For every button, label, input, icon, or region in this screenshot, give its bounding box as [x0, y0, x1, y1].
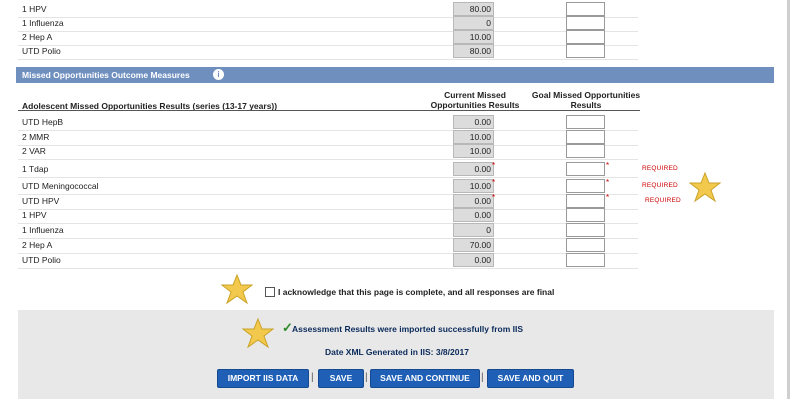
- current-value-field: 10.00: [453, 30, 494, 44]
- table-row: 1 Tdap 0.00 * * REQUIRED: [18, 161, 678, 178]
- goal-header-line1: Goal Missed Opportunities: [531, 90, 641, 100]
- save-button[interactable]: SAVE: [318, 369, 364, 388]
- required-asterisk: *: [606, 193, 610, 202]
- button-separator: |: [311, 372, 314, 383]
- current-value-field: 0: [453, 16, 494, 30]
- current-value-field: 10.00: [453, 179, 494, 193]
- goal-input[interactable]: [566, 144, 605, 158]
- required-asterisk: *: [492, 178, 496, 187]
- table-row: UTD Polio 0.00: [18, 253, 638, 269]
- list-item: UTD Polio 80.00: [18, 44, 638, 60]
- acknowledge-label: I acknowledge that this page is complete…: [278, 287, 555, 297]
- current-value-field: 10.00: [453, 144, 494, 158]
- row-label: 1 HPV: [22, 210, 47, 220]
- section-header: Missed Opportunities Outcome Measures i: [16, 67, 774, 83]
- row-label: 1 Influenza: [22, 18, 64, 28]
- table-row: 1 Influenza 0: [18, 223, 638, 239]
- button-separator: |: [481, 372, 484, 383]
- row-label: UTD Meningococcal: [22, 181, 99, 191]
- goal-input[interactable]: [566, 162, 605, 176]
- table-row: 2 Hep A 70.00: [18, 238, 638, 254]
- goal-header-line2: Results: [570, 100, 602, 110]
- goal-input[interactable]: [566, 253, 605, 267]
- table-row: 1 HPV 0.00: [18, 208, 638, 224]
- required-asterisk: *: [606, 178, 610, 187]
- current-value-field: 80.00: [453, 44, 494, 58]
- acknowledge-checkbox[interactable]: [265, 287, 275, 297]
- current-value-field: 0: [453, 223, 494, 237]
- row-label: UTD HPV: [22, 196, 60, 206]
- required-asterisk: *: [492, 161, 496, 170]
- row-label: 2 Hep A: [22, 240, 53, 250]
- current-value-field: 0.00: [453, 253, 494, 267]
- star-icon: [221, 273, 253, 305]
- current-header-line1: Current Missed: [444, 90, 506, 100]
- row-label: UTD Polio: [22, 255, 61, 265]
- button-separator: |: [365, 372, 368, 383]
- current-value-field: 0.00: [453, 194, 494, 208]
- star-icon: [689, 171, 721, 203]
- current-value-field: 0.00: [453, 208, 494, 222]
- required-label: REQUIRED: [642, 165, 678, 172]
- info-icon[interactable]: i: [213, 69, 224, 80]
- current-value-field: 0.00: [453, 115, 494, 129]
- section-title: Missed Opportunities Outcome Measures: [22, 70, 190, 80]
- goal-input[interactable]: [566, 194, 605, 208]
- save-and-quit-button[interactable]: SAVE AND QUIT: [487, 369, 574, 388]
- row-label: 2 Hep A: [22, 32, 53, 42]
- row-label: 2 VAR: [22, 146, 46, 156]
- goal-input[interactable]: [566, 2, 605, 16]
- row-label: 1 HPV: [22, 4, 47, 14]
- goal-input[interactable]: [566, 179, 605, 193]
- row-label: 1 Influenza: [22, 225, 64, 235]
- goal-input[interactable]: [566, 208, 605, 222]
- required-asterisk: *: [606, 161, 610, 170]
- required-label: REQUIRED: [645, 197, 681, 204]
- required-asterisk: *: [492, 193, 496, 202]
- row-label: UTD HepB: [22, 117, 64, 127]
- goal-input[interactable]: [566, 16, 605, 30]
- table-row: UTD Meningococcal 10.00 * * REQUIRED: [18, 178, 678, 195]
- import-iis-data-button[interactable]: IMPORT IIS DATA: [217, 369, 309, 388]
- row-label: 2 MMR: [22, 132, 50, 142]
- goal-input[interactable]: [566, 30, 605, 44]
- save-and-continue-button[interactable]: SAVE AND CONTINUE: [370, 369, 480, 388]
- goal-input[interactable]: [566, 238, 605, 252]
- date-generated-text: Date XML Generated in IIS: 3/8/2017: [325, 347, 469, 357]
- import-success-message: Assessment Results were imported success…: [292, 324, 524, 334]
- current-value-field: 0.00: [453, 162, 494, 176]
- goal-input[interactable]: [566, 44, 605, 58]
- current-header-line2: Opportunities Results: [430, 100, 520, 110]
- header-divider: [18, 110, 640, 111]
- current-value-field: 10.00: [453, 130, 494, 144]
- current-column-header: Current Missed Opportunities Results: [420, 90, 530, 110]
- goal-input[interactable]: [566, 115, 605, 129]
- row-label: 1 Tdap: [22, 164, 49, 174]
- row-label: UTD Polio: [22, 46, 61, 56]
- current-value-field: 80.00: [453, 2, 494, 16]
- goal-input[interactable]: [566, 223, 605, 237]
- star-icon: [242, 317, 274, 349]
- table-row: 2 VAR 10.00: [18, 144, 638, 160]
- goal-input[interactable]: [566, 130, 605, 144]
- goal-column-header: Goal Missed Opportunities Results: [528, 90, 644, 110]
- table-row: UTD HepB 0.00: [18, 115, 638, 131]
- required-label: REQUIRED: [642, 182, 678, 189]
- current-value-field: 70.00: [453, 238, 494, 252]
